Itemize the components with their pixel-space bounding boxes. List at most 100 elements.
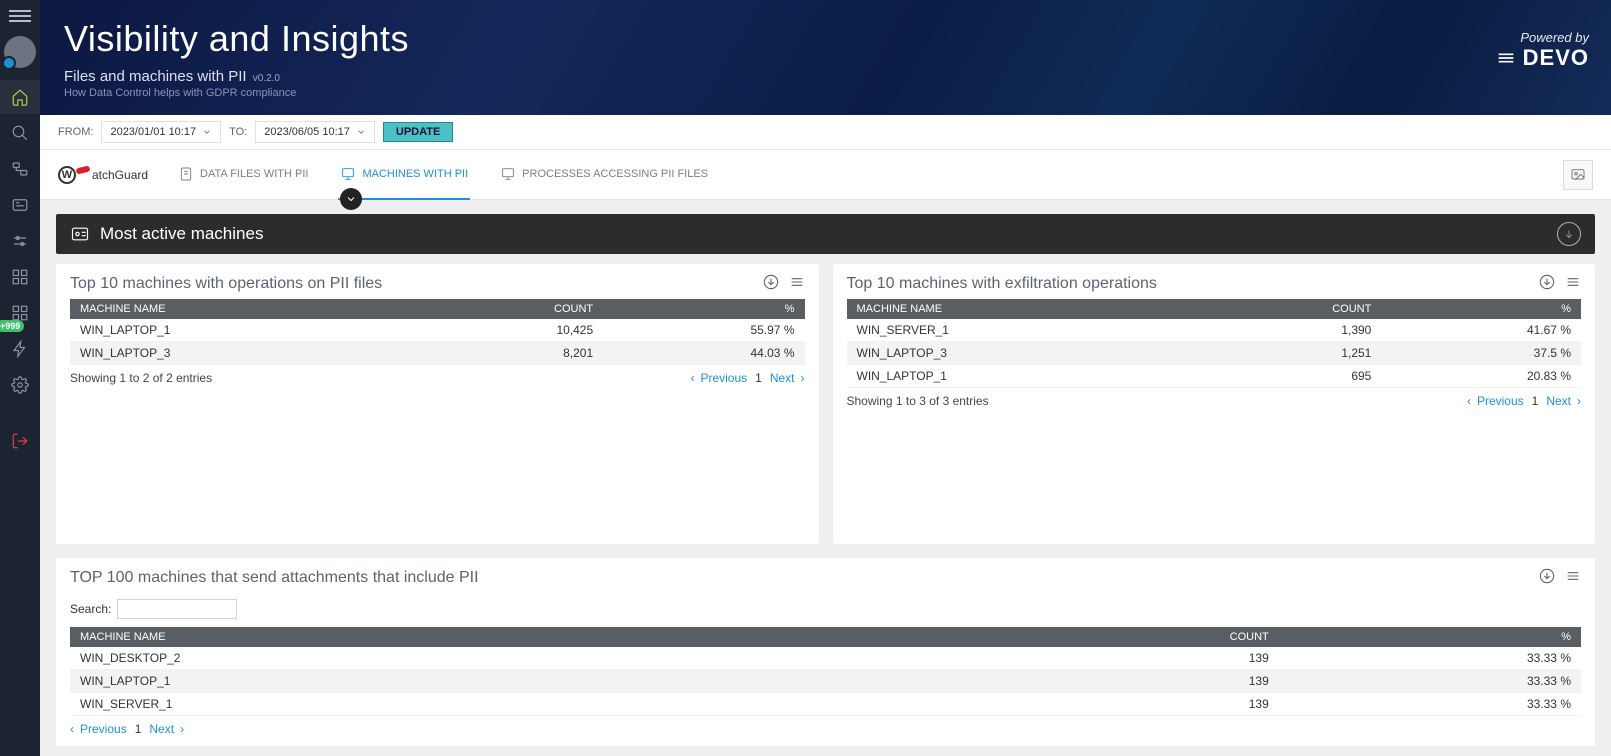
table-info: Showing 1 to 3 of 3 entries: [847, 394, 989, 408]
tab-data-files[interactable]: DATA FILES WITH PII: [176, 150, 310, 200]
pager-page[interactable]: 1: [133, 722, 144, 736]
table-row[interactable]: WIN_SERVER_11,39041.67 %: [847, 319, 1582, 342]
cell-machine: WIN_DESKTOP_2: [70, 647, 795, 670]
pager-prev[interactable]: Previous: [80, 722, 127, 736]
cell-machine: WIN_LAPTOP_1: [70, 319, 417, 342]
cell-count: 8,201: [417, 342, 603, 365]
nav-flow-icon[interactable]: [0, 152, 40, 186]
cell-count: 1,390: [1197, 319, 1381, 342]
table-row[interactable]: WIN_LAPTOP_169520.83 %: [847, 365, 1582, 388]
image-icon: [1570, 167, 1586, 183]
nav-data-icon[interactable]: [0, 188, 40, 222]
pager-page[interactable]: 1: [753, 371, 764, 385]
tab-expander[interactable]: [340, 188, 362, 210]
cell-count: 10,425: [417, 319, 603, 342]
panel-menu-button[interactable]: [1565, 274, 1581, 293]
panel-top-attachments: TOP 100 machines that send attachments t…: [56, 558, 1595, 746]
file-icon: [178, 166, 194, 182]
pager-next-chev-icon[interactable]: ›: [1577, 394, 1581, 408]
filter-bar: FROM: 2023/01/01 10:17 TO: 2023/06/05 10…: [40, 115, 1611, 150]
pager-prev[interactable]: Previous: [700, 371, 747, 385]
download-icon: [1539, 568, 1555, 584]
panel-title: Top 10 machines with exfiltration operat…: [847, 275, 1157, 293]
hamburger-menu-icon[interactable]: [5, 6, 35, 26]
download-icon: [1539, 274, 1555, 290]
panel-title: TOP 100 machines that send attachments t…: [70, 569, 479, 587]
cell-pct: 37.5 %: [1381, 342, 1581, 365]
panel-menu-button[interactable]: [789, 274, 805, 293]
col-pct[interactable]: %: [1279, 627, 1581, 647]
pager: ‹ Previous 1 Next ›: [70, 722, 184, 736]
nav-badge: +999: [0, 320, 24, 332]
cell-pct: 20.83 %: [1381, 365, 1581, 388]
page-title: Visibility and Insights: [64, 18, 1587, 60]
nav-search-icon[interactable]: [0, 116, 40, 150]
section-collapse-button[interactable]: [1557, 222, 1581, 246]
table-row[interactable]: WIN_LAPTOP_113933.33 %: [70, 670, 1581, 693]
pager-next[interactable]: Next: [1546, 394, 1571, 408]
col-machine[interactable]: MACHINE NAME: [70, 299, 417, 319]
export-image-button[interactable]: [1563, 160, 1593, 190]
panel-download-button[interactable]: [1539, 568, 1555, 587]
cell-pct: 33.33 %: [1279, 647, 1581, 670]
col-pct[interactable]: %: [1381, 299, 1581, 319]
banner: Visibility and Insights Files and machin…: [40, 0, 1611, 115]
to-label: TO:: [229, 126, 247, 138]
search-input[interactable]: [117, 599, 237, 619]
col-pct[interactable]: %: [603, 299, 804, 319]
section-title: Most active machines: [100, 224, 263, 244]
panel-download-button[interactable]: [763, 274, 779, 293]
col-machine[interactable]: MACHINE NAME: [847, 299, 1198, 319]
panel-top-exfiltration: Top 10 machines with exfiltration operat…: [833, 264, 1596, 544]
table-row[interactable]: WIN_LAPTOP_110,42555.97 %: [70, 319, 805, 342]
cell-pct: 44.03 %: [603, 342, 804, 365]
pager-next-chev-icon[interactable]: ›: [180, 722, 184, 736]
col-count[interactable]: COUNT: [1197, 299, 1381, 319]
machine-icon: [340, 166, 356, 182]
update-button[interactable]: UPDATE: [383, 122, 453, 142]
brand-logo: WatchGuard: [58, 166, 148, 184]
pager: ‹ Previous 1 Next ›: [1467, 394, 1581, 408]
nav-sliders-icon[interactable]: [0, 224, 40, 258]
tab-processes[interactable]: PROCESSES ACCESSING PII FILES: [498, 150, 710, 200]
menu-icon: [789, 274, 805, 290]
nav-grid1-icon[interactable]: [0, 260, 40, 294]
table-row[interactable]: WIN_LAPTOP_38,20144.03 %: [70, 342, 805, 365]
avatar[interactable]: [4, 36, 36, 68]
content-area: Most active machines Top 10 machines wit…: [40, 200, 1611, 756]
from-date-picker[interactable]: 2023/01/01 10:17: [101, 121, 221, 143]
to-date-picker[interactable]: 2023/06/05 10:17: [255, 121, 375, 143]
pager-next[interactable]: Next: [149, 722, 174, 736]
pager-next[interactable]: Next: [770, 371, 795, 385]
pager-prev-chev-icon[interactable]: ‹: [690, 371, 694, 385]
nav-bolt-icon[interactable]: [0, 332, 40, 366]
pager: ‹ Previous 1 Next ›: [690, 371, 804, 385]
chevron-down-icon: [356, 127, 366, 137]
nav-settings-icon[interactable]: [0, 368, 40, 402]
panel-menu-button[interactable]: [1565, 568, 1581, 587]
pager-next-chev-icon[interactable]: ›: [801, 371, 805, 385]
section-header: Most active machines: [56, 214, 1595, 254]
chevron-down-icon: [202, 127, 212, 137]
table-row[interactable]: WIN_SERVER_113933.33 %: [70, 693, 1581, 716]
pager-prev-chev-icon[interactable]: ‹: [1467, 394, 1471, 408]
table-row[interactable]: WIN_LAPTOP_31,25137.5 %: [847, 342, 1582, 365]
cell-machine: WIN_LAPTOP_3: [70, 342, 417, 365]
page-subtitle: Files and machines with PII v0.2.0: [64, 68, 1587, 85]
col-count[interactable]: COUNT: [795, 627, 1279, 647]
cell-machine: WIN_LAPTOP_1: [70, 670, 795, 693]
pager-prev-chev-icon[interactable]: ‹: [70, 722, 74, 736]
pager-page[interactable]: 1: [1530, 394, 1541, 408]
table-info: Showing 1 to 2 of 2 entries: [70, 371, 212, 385]
nav-home-icon[interactable]: [0, 80, 40, 114]
panel-download-button[interactable]: [1539, 274, 1555, 293]
cell-count: 695: [1197, 365, 1381, 388]
pager-prev[interactable]: Previous: [1477, 394, 1524, 408]
col-count[interactable]: COUNT: [417, 299, 603, 319]
cell-count: 1,251: [1197, 342, 1381, 365]
table-row[interactable]: WIN_DESKTOP_213933.33 %: [70, 647, 1581, 670]
nav-grid2-icon[interactable]: +999: [0, 296, 40, 330]
nav-logout-icon[interactable]: [0, 424, 40, 458]
col-machine[interactable]: MACHINE NAME: [70, 627, 795, 647]
page-description: How Data Control helps with GDPR complia…: [64, 87, 1587, 99]
